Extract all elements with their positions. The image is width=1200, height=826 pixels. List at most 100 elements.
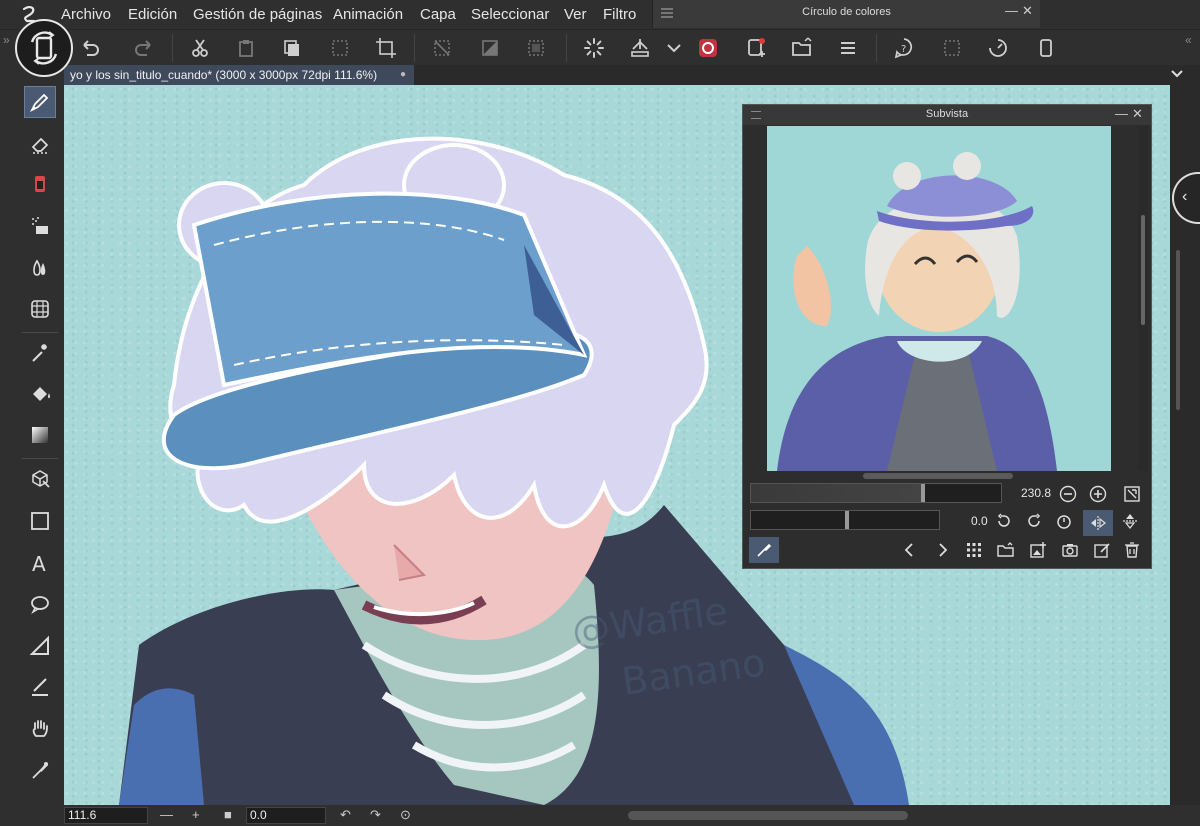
rotation-slider-knob[interactable] [845,511,849,529]
undo-icon[interactable] [76,34,104,62]
subview-panel: Subvista — ✕ 230.8 0.0 [742,104,1152,569]
zoom-out-icon[interactable]: — [160,807,173,822]
menu-bar: Archivo Edición Gestión de páginas Anima… [0,0,1200,29]
menu-capa[interactable]: Capa [420,6,456,23]
dropdown-icon[interactable] [660,34,688,62]
chevron-left-icon: ‹ [1182,188,1188,205]
redo-icon[interactable] [130,34,158,62]
rotate-left-icon[interactable] [993,510,1015,532]
minimize-icon[interactable]: — [1115,106,1128,121]
balloon-icon[interactable] [24,588,56,620]
brush-icon[interactable] [24,168,56,200]
help-icon[interactable]: ? [890,34,918,62]
import-image-icon[interactable] [1027,539,1049,561]
vertical-scrollbar[interactable] [1176,250,1180,410]
minimize-icon[interactable]: — [1005,3,1018,18]
timelapse-icon[interactable] [984,34,1012,62]
fit-to-view-icon[interactable] [1121,483,1143,505]
ruler-icon[interactable] [24,630,56,662]
zoom-input[interactable]: 111.6 [64,807,148,824]
fit-icon[interactable]: ■ [224,807,232,822]
camera-icon[interactable] [1059,539,1081,561]
rotate-right-icon[interactable]: ↷ [370,807,381,823]
zoom-in-icon[interactable]: + [192,807,200,822]
command-bar: » ? « [0,29,1200,65]
subview-horizontal-scrollbar[interactable] [863,473,1013,479]
zoom-in-icon[interactable] [1087,483,1109,505]
reset-rotation-icon[interactable] [1053,510,1075,532]
menu-filtro[interactable]: Filtro [603,6,636,23]
eraser-icon[interactable] [24,128,56,160]
gradient-icon[interactable] [24,419,56,451]
rotate-right-icon[interactable] [1023,510,1045,532]
eyedropper-icon[interactable] [749,537,779,563]
expand-right-icon[interactable]: « [1185,33,1192,47]
flip-horizontal-icon[interactable] [1083,510,1113,536]
airbrush-icon[interactable] [24,210,56,242]
rectangle-icon[interactable] [24,505,56,537]
zoom-out-icon[interactable] [1057,483,1079,505]
expand-left-icon[interactable]: » [3,33,10,47]
blend-icon[interactable] [24,252,56,284]
subview-titlebar[interactable]: Subvista — ✕ [743,105,1151,125]
rotate-canvas-icon[interactable] [15,19,73,77]
hand-icon[interactable] [24,712,56,744]
horizontal-scrollbar[interactable] [628,811,908,820]
menu-animacion[interactable]: Animación [333,6,403,23]
zoom-slider-knob[interactable] [921,484,925,502]
magic-wand-icon[interactable] [24,337,56,369]
subview-zoom-value: 230.8 [1021,486,1052,500]
menu-edicion[interactable]: Edición [128,6,177,23]
rotation-input[interactable]: 0.0 [246,807,326,824]
document-tab-bar: yo y los sin_titulo_cuando* (3000 x 3000… [64,65,1200,85]
chevron-right-icon[interactable] [931,539,953,561]
subview-vertical-scrollbar[interactable] [1141,215,1145,325]
rotate-left-icon[interactable]: ↶ [340,807,351,823]
clear-icon[interactable] [326,34,354,62]
open-icon[interactable] [788,34,816,62]
flip-vertical-icon[interactable] [1119,510,1141,532]
pen-tool-icon[interactable] [24,86,56,118]
menu-icon[interactable] [834,34,862,62]
color-circle-panel-title: Círculo de colores [802,6,891,18]
eyedropper-icon[interactable] [24,754,56,786]
cut-icon[interactable] [186,34,214,62]
selection-icon[interactable] [938,34,966,62]
copy-icon[interactable] [278,34,306,62]
transform-icon[interactable] [372,34,400,62]
open-folder-icon[interactable] [995,539,1017,561]
subview-reference-image[interactable] [767,126,1111,471]
correct-line-icon[interactable] [24,671,56,703]
deselect-icon[interactable] [428,34,456,62]
color-circle-panel-titlebar[interactable]: Círculo de colores — ✕ [652,0,1040,28]
subview-zoom-slider[interactable] [750,483,1002,503]
show-selection-icon[interactable] [522,34,550,62]
chevron-down-icon[interactable] [1170,67,1184,81]
close-icon[interactable]: ✕ [1132,106,1143,122]
chevron-left-icon[interactable] [899,539,921,561]
close-icon[interactable]: ✕ [1022,3,1033,19]
loading-icon[interactable] [580,34,608,62]
menu-seleccionar[interactable]: Seleccionar [471,6,549,23]
menu-ver[interactable]: Ver [564,6,587,23]
grid-view-icon[interactable] [963,539,985,561]
fill-bucket-icon[interactable] [24,378,56,410]
new-document-icon[interactable] [742,34,770,62]
edit-image-icon[interactable] [1091,539,1113,561]
subview-rotation-slider[interactable] [750,510,940,530]
document-tab[interactable]: yo y los sin_titulo_cuando* (3000 x 3000… [64,65,414,85]
trash-icon[interactable] [1121,539,1143,561]
reset-rotation-icon[interactable]: ⊙ [400,807,411,823]
paste-icon[interactable] [232,34,260,62]
grid-icon[interactable] [24,293,56,325]
clip-studio-icon[interactable] [694,34,722,62]
device-icon[interactable] [1032,34,1060,62]
menu-archivo[interactable]: Archivo [61,6,111,23]
unsaved-dot-icon: ● [399,69,406,80]
document-tab-title: yo y los sin_titulo_cuando* (3000 x 3000… [70,68,378,82]
invert-selection-icon[interactable] [476,34,504,62]
menu-gestion-paginas[interactable]: Gestión de páginas [193,6,322,23]
fill-icon[interactable] [626,34,654,62]
3d-object-icon[interactable] [24,463,56,495]
text-icon[interactable]: A [24,547,56,579]
